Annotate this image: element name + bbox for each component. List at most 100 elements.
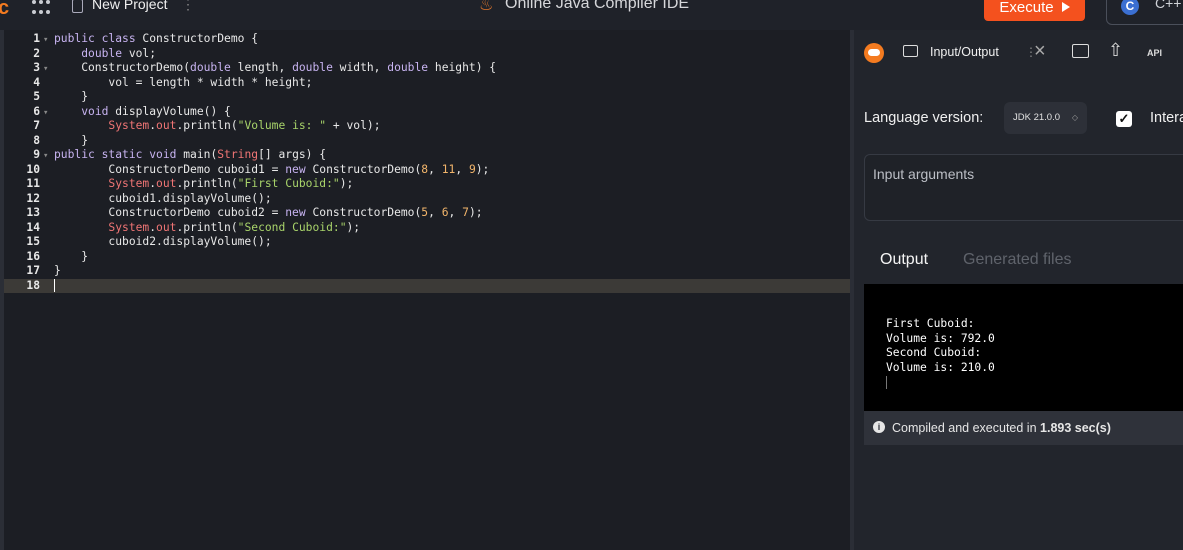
console-line: First Cuboid: [886,317,975,330]
code-line[interactable]: 11 System.out.println("First Cuboid:"); [4,177,850,192]
api-button[interactable]: API [1147,48,1162,58]
tab-input-output[interactable]: Input/Output [930,45,999,59]
project-menu-icon[interactable]: ⋮ [181,0,195,13]
line-number: 13 [26,206,40,219]
line-number: 14 [26,220,40,234]
code-line[interactable]: 18 [4,278,850,293]
jdk-version-select[interactable]: JDK 21.0.0 ◇ [1004,102,1087,134]
input-arguments-field[interactable]: Input arguments [864,154,1183,221]
code-text: System.out.println("Second Cuboid:"); [108,220,361,234]
line-number: 17 [26,264,40,277]
console-line: Volume is: 792.0 [886,331,995,345]
code-text: void displayVolume() { [81,104,231,118]
code-line[interactable]: 5 } [4,90,850,105]
execute-button[interactable]: Execute [984,0,1085,21]
code-line[interactable]: 17 } [4,264,850,279]
console-cursor [886,375,887,389]
fold-chevron-icon[interactable]: ▾ [40,149,54,164]
fold-gutter [40,207,54,222]
line-number: 8 [33,133,40,147]
page-title: Online Java Compiler IDE [505,0,690,12]
language-version-label: Language version: [864,110,984,126]
fold-gutter [40,91,54,106]
text-cursor [54,279,55,292]
line-number: 4 [33,75,40,89]
status-time: 1.893 sec(s) [1040,421,1111,435]
line-number: 1 [33,32,40,45]
apps-grid-icon[interactable] [32,0,50,16]
top-bar: c New Project ⋮ ♨ Online Java Compiler I… [0,0,1183,30]
output-console[interactable]: First Cuboid: Volume is: 792.0 Second Cubo… [864,284,1183,411]
code-text: } [54,133,89,147]
execution-status: i Compiled and executed in 1.893 sec(s) [864,411,1183,445]
fold-gutter [40,265,54,280]
code-line[interactable]: 6 ▾ void displayVolume() { [4,105,850,120]
fold-chevron-icon[interactable]: ▾ [40,33,54,48]
fold-gutter [40,236,54,251]
document-icon [72,0,83,13]
fold-gutter [40,120,54,135]
code-editor[interactable]: 1 ▾ public class ConstructorDemo {2 double… [0,30,850,550]
panel-tabs: Input/Output ⋮ × ⇧ API [854,30,1183,76]
code-text: vol = length * width * height; [54,75,313,89]
code-text: ConstructorDemo cuboid1 = new Constructo… [54,162,490,176]
play-icon [1061,2,1070,12]
upload-icon[interactable]: ⇧ [1108,40,1123,61]
execute-label: Execute [999,0,1054,16]
brand-logo[interactable]: c [0,0,9,20]
code-line[interactable]: 14 System.out.println("Second Cuboid:"); [4,221,850,236]
console-line: Volume is: 210.0 [886,361,995,375]
code-line[interactable]: 1 ▾ public class ConstructorDemo { [4,32,850,47]
close-icon[interactable]: × [1034,40,1046,63]
fold-gutter [40,178,54,193]
code-line[interactable]: 16 } [4,250,850,265]
fold-gutter [40,222,54,237]
info-icon: i [873,421,885,433]
code-line[interactable]: 15 cuboid2.displayVolume(); [4,235,850,250]
line-number: 18 [26,278,40,292]
code-text: public class ConstructorDemo { [54,32,259,45]
code-line[interactable]: 4 vol = length * width * height; [4,76,850,91]
folder-icon[interactable] [1072,44,1089,58]
fold-gutter [40,193,54,208]
fold-gutter [40,164,54,179]
line-number: 16 [26,249,40,263]
line-number: 9 [33,148,40,161]
fold-gutter [40,251,54,266]
code-line[interactable]: 3 ▾ ConstructorDemo(double length, double… [4,61,850,76]
interactive-label: Interactive [1150,110,1183,126]
line-number: 7 [33,119,40,132]
fold-gutter [40,135,54,150]
code-text: ConstructorDemo(double length, double wi… [54,61,497,74]
tab-output[interactable]: Output [880,251,928,269]
chevron-updown-icon: ◇ [1071,113,1078,122]
io-panel: Input/Output ⋮ × ⇧ API Language version:… [854,30,1183,550]
fold-chevron-icon[interactable]: ▾ [40,106,54,121]
line-number: 3 [33,61,40,74]
project-name[interactable]: New Project [92,0,167,12]
code-line[interactable]: 7 System.out.println("Volume is: " + vol… [4,119,850,134]
code-text: } [54,90,89,103]
jdk-version-value: JDK 21.0.0 [1013,112,1060,123]
fold-chevron-icon[interactable]: ▾ [40,62,54,77]
line-number: 5 [33,90,40,103]
code-line[interactable]: 13 ConstructorDemo cuboid2 = new Constru… [4,206,850,221]
tab-generated-files[interactable]: Generated files [963,251,1072,269]
code-line[interactable]: 8 } [4,134,850,149]
line-number: 10 [26,162,40,176]
status-prefix: Compiled and executed in [892,421,1041,435]
code-text: public static void main(String[] args) { [54,148,327,161]
code-text: System.out.println("First Cuboid:"); [108,177,354,190]
interactive-checkbox[interactable]: ✓ [1116,111,1132,127]
code-text: System.out.println("Volume is: " + vol); [108,119,381,132]
console-input-line[interactable] [886,375,1183,391]
line-number: 11 [26,177,40,190]
console-line: Second Cuboid: [886,346,982,360]
line-number: 12 [26,191,40,205]
bot-icon[interactable] [864,43,884,63]
code-line[interactable]: 12 cuboid1.displayVolume(); [4,192,850,207]
code-line[interactable]: 10 ConstructorDemo cuboid1 = new Constru… [4,163,850,178]
code-line[interactable]: 9 ▾ public static void main(String[] args)… [4,148,850,163]
code-line[interactable]: 2 double vol; [4,47,850,62]
code-text: } [54,264,61,277]
